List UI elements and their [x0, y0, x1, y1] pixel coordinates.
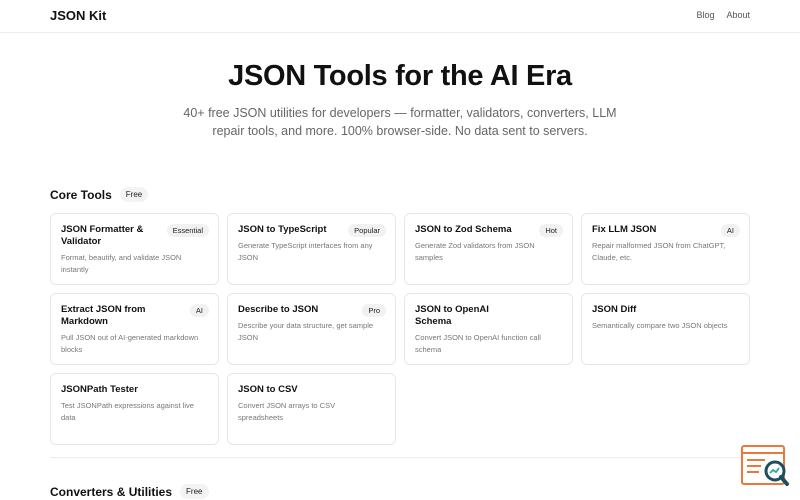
hero-title: JSON Tools for the AI Era — [228, 60, 572, 92]
section-badge: Free — [180, 484, 209, 499]
tool-card-badge: AI — [720, 224, 740, 237]
section-title: Converters & Utilities — [50, 484, 173, 499]
tool-card-badge: Hot — [539, 224, 563, 237]
tool-card-json-formatter[interactable]: JSON Formatter & Validator Essential For… — [50, 213, 219, 285]
core-tools-grid: JSON Formatter & Validator Essential For… — [50, 213, 750, 445]
search-document-icon[interactable] — [741, 444, 791, 488]
tool-card-json-to-zod[interactable]: JSON to Zod Schema Hot Generate Zod vali… — [404, 213, 573, 285]
hero-subtitle: 40+ free JSON utilities for developers —… — [183, 106, 617, 138]
tool-card-desc: Semantically compare two JSON objects — [592, 321, 728, 330]
tool-card-title: JSON to OpenAI Schema — [415, 304, 489, 327]
tool-card-desc: Generate TypeScript interfaces from any … — [238, 241, 373, 262]
tool-card-fix-llm-json[interactable]: Fix LLM JSON AI Repair malformed JSON fr… — [581, 213, 750, 285]
top-bar: JSON Kit Blog About — [0, 0, 800, 33]
nav-link-about[interactable]: About — [726, 10, 750, 20]
tool-card-desc: Convert JSON arrays to CSV spreadsheets — [238, 401, 336, 422]
tool-card-title: JSON Diff — [592, 304, 637, 315]
tool-card-desc: Convert JSON to OpenAI function call sch… — [415, 333, 541, 354]
tool-card-desc: Format, beautify, and validate JSON inst… — [61, 253, 182, 274]
tool-card-badge: Essential — [166, 224, 209, 237]
nav-link-blog[interactable]: Blog — [696, 10, 714, 20]
tool-card-badge: Popular — [348, 224, 386, 237]
tool-card-desc: Repair malformed JSON from ChatGPT, Clau… — [592, 241, 726, 262]
tool-card-json-diff[interactable]: JSON Diff Semantically compare two JSON … — [581, 293, 750, 365]
section-divider — [50, 457, 750, 458]
section-header-core-tools: Core Tools Free — [50, 187, 149, 202]
tool-card-describe-to-json[interactable]: Describe to JSON Pro Describe your data … — [227, 293, 396, 365]
tool-card-extract-json-markdown[interactable]: Extract JSON from Markdown AI Pull JSON … — [50, 293, 219, 365]
section-header-converters: Converters & Utilities Free — [50, 484, 209, 499]
tool-card-desc: Generate Zod validators from JSON sample… — [415, 241, 535, 262]
tool-card-title: JSONPath Tester — [61, 384, 138, 395]
tool-card-json-to-csv[interactable]: JSON to CSV Convert JSON arrays to CSV s… — [227, 373, 396, 445]
tool-card-jsonpath-tester[interactable]: JSONPath Tester Test JSONPath expression… — [50, 373, 219, 445]
tool-card-desc: Pull JSON out of AI-generated markdown b… — [61, 333, 199, 354]
brand-logo[interactable]: JSON Kit — [50, 8, 106, 23]
tool-card-title: JSON to CSV — [238, 384, 298, 395]
tool-card-json-to-openai-schema[interactable]: JSON to OpenAI Schema Convert JSON to Op… — [404, 293, 573, 365]
section-title: Core Tools — [50, 187, 112, 202]
tool-card-title: Fix LLM JSON — [592, 224, 657, 235]
tool-card-title: Extract JSON from Markdown — [61, 304, 146, 327]
tool-card-desc: Describe your data structure, get sample… — [238, 321, 374, 342]
top-nav: Blog About — [696, 10, 750, 20]
tool-card-badge: AI — [189, 304, 209, 317]
tool-card-desc: Test JSONPath expressions against live d… — [61, 401, 194, 422]
tool-card-json-to-typescript[interactable]: JSON to TypeScript Popular Generate Type… — [227, 213, 396, 285]
tool-card-badge: Pro — [362, 304, 386, 317]
section-badge: Free — [119, 187, 149, 202]
